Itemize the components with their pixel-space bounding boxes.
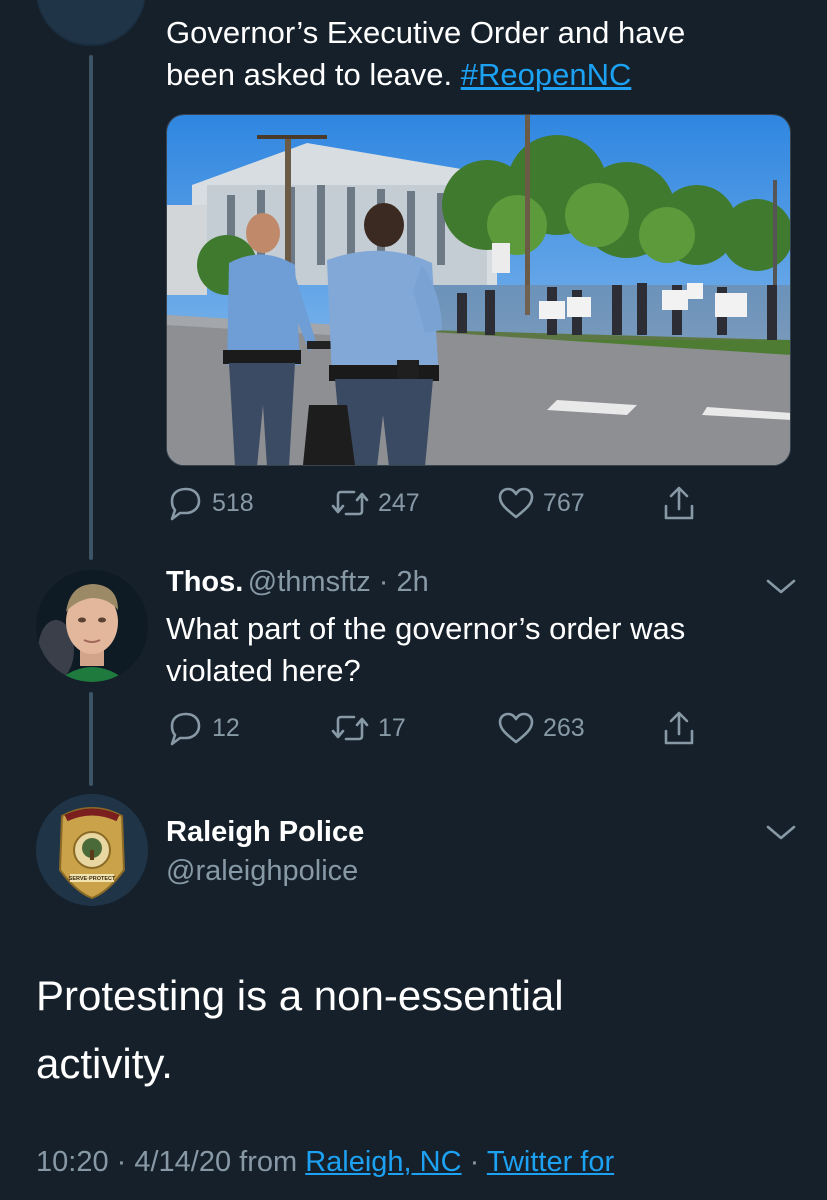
tweet-photo[interactable] [166, 114, 791, 466]
main-tweet-header: Raleigh Police @raleighpolice [166, 812, 364, 890]
retweet-action-2[interactable]: 17 [330, 710, 406, 746]
first-tweet-text: Governor’s Executive Order and have been… [166, 12, 685, 96]
retweet-icon [330, 485, 370, 521]
photo-police-officers-protest [167, 115, 790, 465]
like-icon [497, 485, 535, 521]
reply-tweet-text: What part of the governor’s order was vi… [166, 608, 685, 692]
retweet-icon [330, 710, 370, 746]
like-action[interactable]: 767 [497, 485, 585, 521]
like-count: 767 [543, 488, 585, 517]
like-action-2[interactable]: 263 [497, 710, 585, 746]
main-tweet-line1: Protesting is a non-essential [36, 972, 564, 1019]
tweet-client-link[interactable]: Twitter for [487, 1146, 614, 1178]
police-badge-icon: SERVE·PROTECT [37, 0, 145, 44]
thread-line-2 [89, 692, 93, 786]
thos-avatar[interactable] [36, 570, 148, 682]
like-count-2: 263 [543, 713, 585, 742]
svg-text:SERVE·PROTECT: SERVE·PROTECT [69, 876, 116, 882]
reply-icon [166, 485, 204, 521]
reply-action[interactable]: 518 [166, 485, 254, 521]
reply-tweet-header: Thos. @thmsftz · 2h [166, 566, 429, 599]
cutoff-text [166, 0, 736, 9]
like-icon [497, 710, 535, 746]
meta-separator: · [469, 1146, 480, 1178]
reply-action-2[interactable]: 12 [166, 710, 240, 746]
main-tweet-meta: 10:20 · 4/14/20 from Raleigh, NC · Twitt… [36, 1146, 614, 1179]
main-tweet-text: Protesting is a non-essential activity. [36, 962, 796, 1098]
raleigh-police-avatar[interactable]: SERVE·PROTECT [36, 794, 148, 906]
thread-line-1 [89, 55, 93, 560]
retweet-count: 247 [378, 488, 420, 517]
reply-count: 518 [212, 488, 254, 517]
reply-tweet-line2: violated here? [166, 653, 361, 688]
first-tweet-line1: Governor’s Executive Order and have [166, 15, 686, 50]
main-author-handle[interactable]: @raleighpolice [166, 852, 364, 890]
share-icon [662, 709, 696, 747]
tweet-location-link[interactable]: Raleigh, NC [305, 1146, 461, 1178]
police-badge-icon: SERVE·PROTECT [36, 794, 148, 906]
reply-author-name[interactable]: Thos. [166, 566, 243, 598]
reply-icon [166, 710, 204, 746]
main-tweet-menu[interactable] [764, 822, 798, 847]
first-tweet-line2: been asked to leave. #ReopenNC [166, 54, 685, 96]
main-author-name[interactable]: Raleigh Police [166, 812, 364, 852]
raleigh-police-avatar-top[interactable]: SERVE·PROTECT [36, 0, 146, 46]
share-action[interactable] [662, 484, 696, 522]
main-tweet-line2: activity. [36, 1040, 173, 1087]
retweet-count-2: 17 [378, 713, 406, 742]
reply-count-2: 12 [212, 713, 240, 742]
tweet-time-date: 10:20 · 4/14/20 from [36, 1146, 298, 1178]
reply-tweet-line1: What part of the governor’s order was [166, 611, 686, 646]
first-tweet-line2-text: been asked to leave. [166, 57, 453, 92]
retweet-action[interactable]: 247 [330, 485, 420, 521]
hashtag-link[interactable]: #ReopenNC [461, 57, 632, 92]
reply-tweet-menu[interactable] [764, 576, 798, 601]
reply-author-handle-time[interactable]: @thmsftz · 2h [248, 566, 429, 598]
man-portrait-icon [36, 570, 148, 682]
share-icon [662, 484, 696, 522]
chevron-down-icon [764, 825, 798, 846]
chevron-down-icon [764, 579, 798, 600]
share-action-2[interactable] [662, 709, 696, 747]
tweet-thread-view: SERVE·PROTECT Governor’s Executive Order… [0, 0, 827, 1200]
